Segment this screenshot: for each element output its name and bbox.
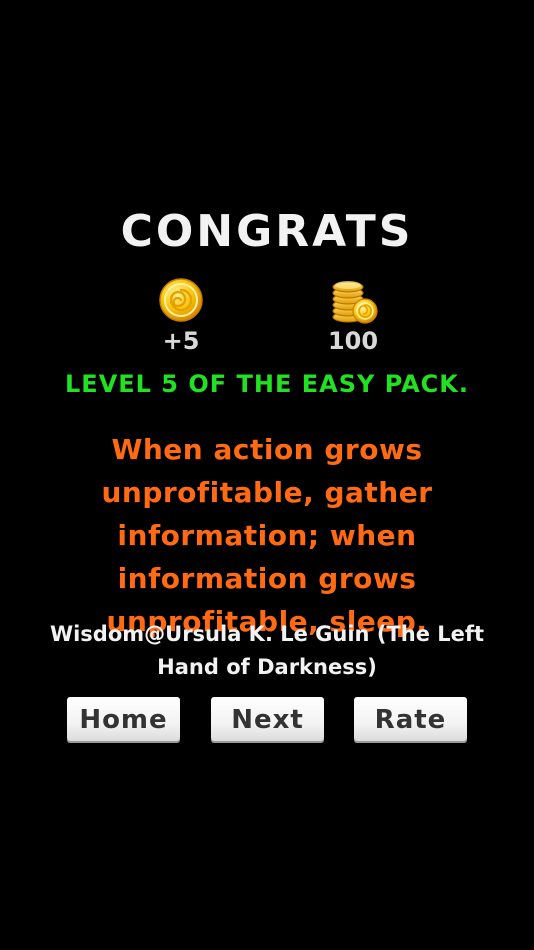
gold-coin-icon xyxy=(159,278,203,322)
coins-total-label: 100 xyxy=(327,327,379,355)
level-message: LEVEL 5 OF THE EASY PACK. xyxy=(65,370,469,398)
quote-text: When action grows unprofitable, gather i… xyxy=(101,433,433,638)
coins-earned-label: +5 xyxy=(162,327,200,355)
rate-button[interactable]: Rate xyxy=(354,697,467,741)
level-complete-screen: CONGRATS +5 100 LEVEL 5 OF THE EASY PACK… xyxy=(0,0,534,950)
quote-attribution: Wisdom@Ursula K. Le Guin (The Left Hand … xyxy=(49,622,485,679)
home-button[interactable]: Home xyxy=(67,697,180,741)
coin-stack-icon xyxy=(332,281,378,324)
congrats-title: CONGRATS xyxy=(120,206,414,257)
next-button[interactable]: Next xyxy=(211,697,324,741)
